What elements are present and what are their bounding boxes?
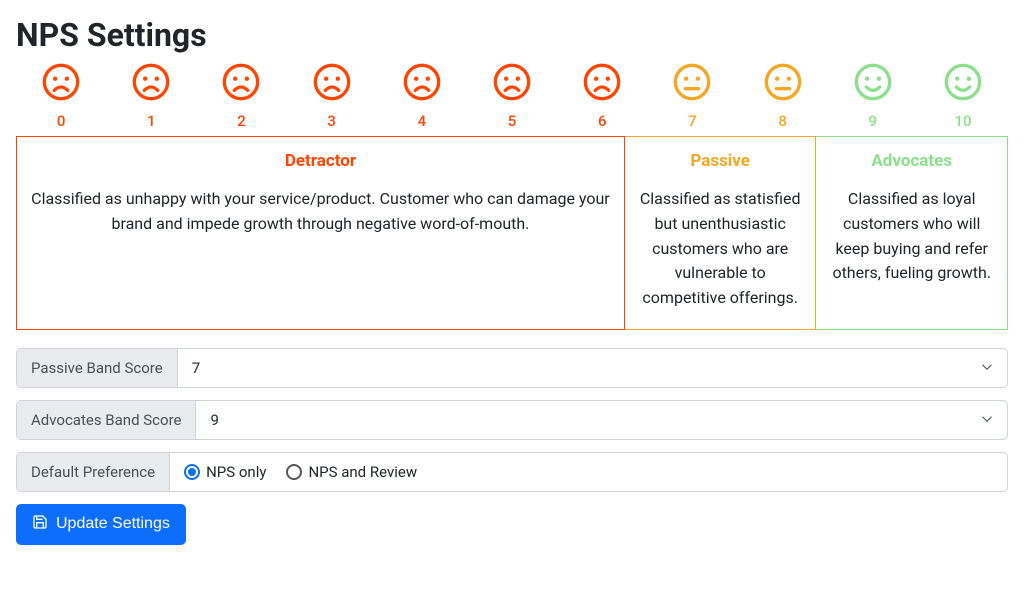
update-settings-button[interactable]: Update Settings [16, 504, 186, 545]
smile-face-icon [853, 62, 893, 106]
passive-box: Passive Classified as statisfied but une… [625, 136, 817, 330]
neutral-face-icon [763, 62, 803, 106]
nps-face-5: 5 [467, 62, 557, 130]
detractor-title: Detractor [29, 151, 612, 171]
radio-nps-only[interactable]: NPS only [184, 463, 266, 481]
nps-faces-row: 0 1 2 3 4 5 6 7 8 9 10 [16, 62, 1008, 130]
advocates-band-value: 9 [210, 411, 218, 429]
default-preference-row: Default Preference NPS only NPS and Revi… [16, 452, 1008, 492]
chevron-down-icon [981, 359, 993, 377]
category-boxes: Detractor Classified as unhappy with you… [16, 136, 1008, 330]
radio-unchecked-icon [286, 464, 302, 480]
neutral-face-icon [672, 62, 712, 106]
frown-face-icon [312, 62, 352, 106]
update-settings-label: Update Settings [56, 515, 170, 533]
passive-band-label: Passive Band Score [17, 349, 178, 387]
detractor-box: Detractor Classified as unhappy with you… [16, 136, 625, 330]
advocates-band-select[interactable]: 9 [196, 401, 1007, 439]
frown-face-icon [131, 62, 171, 106]
nps-face-number: 4 [418, 112, 427, 130]
save-icon [32, 514, 48, 535]
nps-face-number: 0 [57, 112, 66, 130]
nps-face-0: 0 [16, 62, 106, 130]
smile-face-icon [943, 62, 983, 106]
nps-face-number: 8 [778, 112, 787, 130]
nps-face-8: 8 [738, 62, 828, 130]
nps-face-number: 7 [688, 112, 697, 130]
frown-face-icon [582, 62, 622, 106]
frown-face-icon [492, 62, 532, 106]
default-preference-label: Default Preference [17, 453, 170, 491]
nps-face-number: 6 [598, 112, 607, 130]
nps-face-number: 5 [508, 112, 517, 130]
radio-nps-only-label: NPS only [206, 463, 266, 481]
frown-face-icon [41, 62, 81, 106]
advocates-title: Advocates [828, 151, 995, 171]
frown-face-icon [221, 62, 261, 106]
passive-band-value: 7 [192, 359, 200, 377]
nps-face-number: 1 [147, 112, 156, 130]
advocates-box: Advocates Classified as loyal customers … [816, 136, 1008, 330]
page-title: NPS Settings [16, 16, 1008, 54]
radio-nps-and-review[interactable]: NPS and Review [286, 463, 417, 481]
advocates-band-label: Advocates Band Score [17, 401, 196, 439]
nps-face-3: 3 [287, 62, 377, 130]
detractor-desc: Classified as unhappy with your service/… [29, 187, 612, 237]
nps-face-7: 7 [647, 62, 737, 130]
radio-checked-icon [184, 464, 200, 480]
nps-face-10: 10 [918, 62, 1008, 130]
chevron-down-icon [981, 411, 993, 429]
passive-band-select[interactable]: 7 [178, 349, 1007, 387]
passive-title: Passive [637, 151, 804, 171]
nps-face-4: 4 [377, 62, 467, 130]
advocates-band-row: Advocates Band Score 9 [16, 400, 1008, 440]
passive-band-row: Passive Band Score 7 [16, 348, 1008, 388]
nps-face-number: 9 [869, 112, 878, 130]
passive-desc: Classified as statisfied but unenthusias… [637, 187, 804, 311]
nps-face-2: 2 [196, 62, 286, 130]
nps-face-1: 1 [106, 62, 196, 130]
frown-face-icon [402, 62, 442, 106]
nps-face-number: 2 [237, 112, 246, 130]
nps-face-number: 3 [327, 112, 336, 130]
advocates-desc: Classified as loyal customers who will k… [828, 187, 995, 286]
nps-face-6: 6 [557, 62, 647, 130]
nps-face-9: 9 [828, 62, 918, 130]
default-preference-value: NPS only NPS and Review [170, 453, 1007, 491]
nps-face-number: 10 [954, 112, 971, 130]
radio-nps-and-review-label: NPS and Review [308, 463, 417, 481]
